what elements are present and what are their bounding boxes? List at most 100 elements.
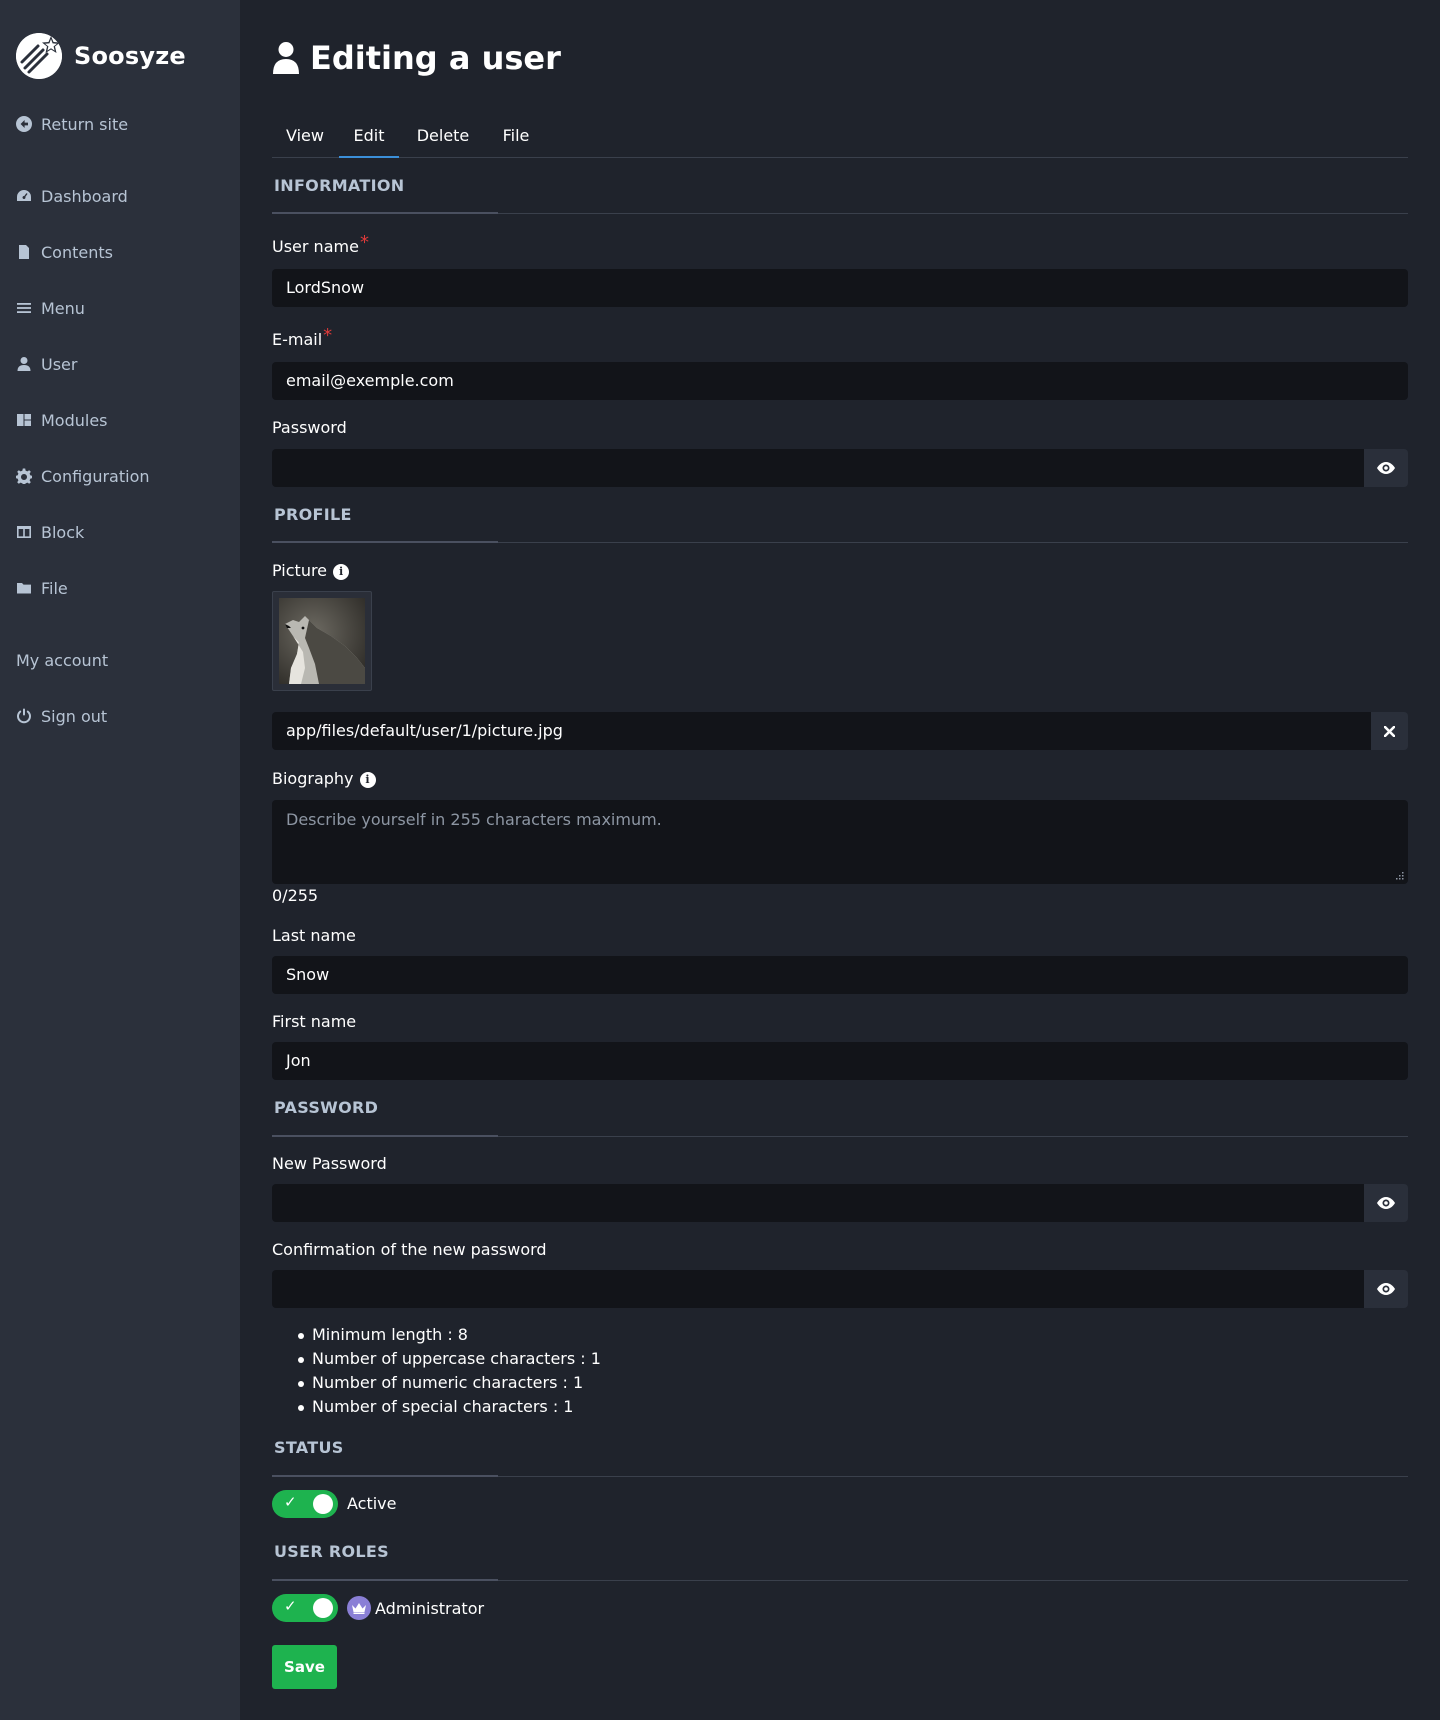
first-name-label: First name xyxy=(272,1012,357,1031)
section-title-password: PASSWORD xyxy=(274,1098,379,1117)
role-administrator-toggle[interactable]: ✓ xyxy=(272,1594,338,1622)
picture-label: Picture i xyxy=(272,561,350,581)
wolf-picture xyxy=(279,598,365,684)
section-divider-accent xyxy=(272,1475,498,1477)
tab-view[interactable]: View xyxy=(272,118,338,158)
sidebar-item-label: Modules xyxy=(41,410,108,430)
sidebar-item-dashboard[interactable]: Dashboard xyxy=(16,184,128,208)
biography-label: Biography i xyxy=(272,769,376,789)
section-title-user-roles: USER ROLES xyxy=(274,1542,389,1561)
section-title-status: STATUS xyxy=(274,1438,344,1457)
page-title-text: Editing a user xyxy=(310,39,561,77)
username-input[interactable]: LordSnow xyxy=(272,269,1408,307)
my-account-label: My account xyxy=(16,650,109,670)
my-account-link[interactable]: My account xyxy=(16,648,108,672)
section-title-profile: PROFILE xyxy=(274,505,352,524)
toggle-new-password-visibility-button[interactable] xyxy=(1364,1184,1408,1222)
sidebar-item-contents[interactable]: Contents xyxy=(16,240,113,264)
new-password-input[interactable] xyxy=(272,1184,1364,1222)
sidebar-item-label: Configuration xyxy=(41,466,150,486)
save-button[interactable]: Save xyxy=(272,1645,337,1689)
sidebar-item-configuration[interactable]: Configuration xyxy=(16,464,150,488)
sidebar-item-label: User xyxy=(41,354,78,374)
sidebar-item-label: Dashboard xyxy=(41,186,128,206)
picture-label-text: Picture xyxy=(272,561,328,580)
confirm-password-label: Confirmation of the new password xyxy=(272,1240,547,1259)
biography-placeholder: Describe yourself in 255 characters maxi… xyxy=(286,810,662,829)
gear-icon xyxy=(16,468,32,484)
remove-picture-button[interactable] xyxy=(1371,712,1408,750)
tabs: View Edit Delete File xyxy=(272,118,1408,158)
page-title: Editing a user xyxy=(272,36,561,80)
required-marker: * xyxy=(323,325,333,346)
return-site-label: Return site xyxy=(41,114,129,134)
sidebar-item-label: File xyxy=(41,578,68,598)
toggle-password-visibility-button[interactable] xyxy=(1364,449,1408,487)
confirm-password-input[interactable] xyxy=(272,1270,1364,1308)
sidebar-item-block[interactable]: Block xyxy=(16,520,84,544)
crown-icon xyxy=(347,1596,371,1620)
eye-icon xyxy=(1377,462,1395,474)
picture-path-input[interactable]: app/files/default/user/1/picture.jpg xyxy=(272,712,1371,750)
status-active-toggle[interactable]: ✓ xyxy=(272,1490,338,1518)
tab-file[interactable]: File xyxy=(487,118,545,158)
section-divider-accent xyxy=(272,541,498,543)
email-field[interactable]: email@exemple.com xyxy=(272,362,1408,400)
brand-name: Soosyze xyxy=(74,42,186,70)
check-icon: ✓ xyxy=(284,1597,297,1615)
power-icon xyxy=(17,708,31,724)
biography-counter: 0/255 xyxy=(272,886,319,905)
sign-out-link[interactable]: Sign out xyxy=(16,704,107,728)
check-icon: ✓ xyxy=(284,1493,297,1511)
resize-grip-icon[interactable] xyxy=(1396,872,1404,880)
username-label: User name* xyxy=(272,232,369,257)
sidebar: Soosyze Return site Dashboard Contents M… xyxy=(0,0,240,1720)
password-input[interactable] xyxy=(272,449,1364,487)
section-divider-accent xyxy=(272,212,498,214)
list-item: Number of numeric characters : 1 xyxy=(298,1371,601,1395)
user-icon xyxy=(273,42,299,74)
toggle-confirm-password-visibility-button[interactable] xyxy=(1364,1270,1408,1308)
biography-textarea[interactable]: Describe yourself in 255 characters maxi… xyxy=(272,800,1408,884)
username-label-text: User name xyxy=(272,237,359,256)
sidebar-item-user[interactable]: User xyxy=(16,352,77,376)
section-divider-accent xyxy=(272,1135,498,1137)
user-icon xyxy=(17,357,31,371)
password-rules-list: Minimum length : 8 Number of uppercase c… xyxy=(298,1323,601,1419)
required-marker: * xyxy=(359,232,369,253)
toggle-knob xyxy=(313,1598,333,1618)
sidebar-item-modules[interactable]: Modules xyxy=(16,408,108,432)
file-icon xyxy=(19,245,29,259)
folder-icon xyxy=(17,583,31,594)
close-icon xyxy=(1384,725,1395,737)
sidebar-item-menu[interactable]: Menu xyxy=(16,296,85,320)
last-name-input[interactable]: Snow xyxy=(272,956,1408,994)
list-item: Number of special characters : 1 xyxy=(298,1395,601,1419)
list-item: Number of uppercase characters : 1 xyxy=(298,1347,601,1371)
info-icon[interactable]: i xyxy=(333,564,350,580)
eye-icon xyxy=(1377,1197,1395,1209)
last-name-label: Last name xyxy=(272,926,356,945)
role-administrator-label: Administrator xyxy=(347,1596,484,1620)
sidebar-item-label: Menu xyxy=(41,298,85,318)
section-title-information: INFORMATION xyxy=(274,176,405,195)
role-administrator-text: Administrator xyxy=(375,1598,485,1618)
email-label: E-mail* xyxy=(272,325,332,350)
picture-preview xyxy=(272,591,372,691)
bars-icon xyxy=(17,303,31,313)
section-divider-accent xyxy=(272,1579,498,1581)
arrow-circle-left-icon xyxy=(16,116,32,132)
sidebar-item-file[interactable]: File xyxy=(16,576,68,600)
sidebar-item-label: Contents xyxy=(41,242,113,262)
list-item: Minimum length : 8 xyxy=(298,1323,601,1347)
tab-delete[interactable]: Delete xyxy=(400,118,486,158)
return-site-link[interactable]: Return site xyxy=(16,112,128,136)
brand[interactable]: Soosyze xyxy=(16,30,186,82)
tab-edit[interactable]: Edit xyxy=(339,118,399,158)
info-icon[interactable]: i xyxy=(359,772,376,788)
first-name-input[interactable]: Jon xyxy=(272,1042,1408,1080)
cubes-icon xyxy=(17,414,31,426)
sign-out-label: Sign out xyxy=(41,706,108,726)
status-active-label: Active xyxy=(347,1494,397,1513)
email-label-text: E-mail xyxy=(272,330,323,349)
